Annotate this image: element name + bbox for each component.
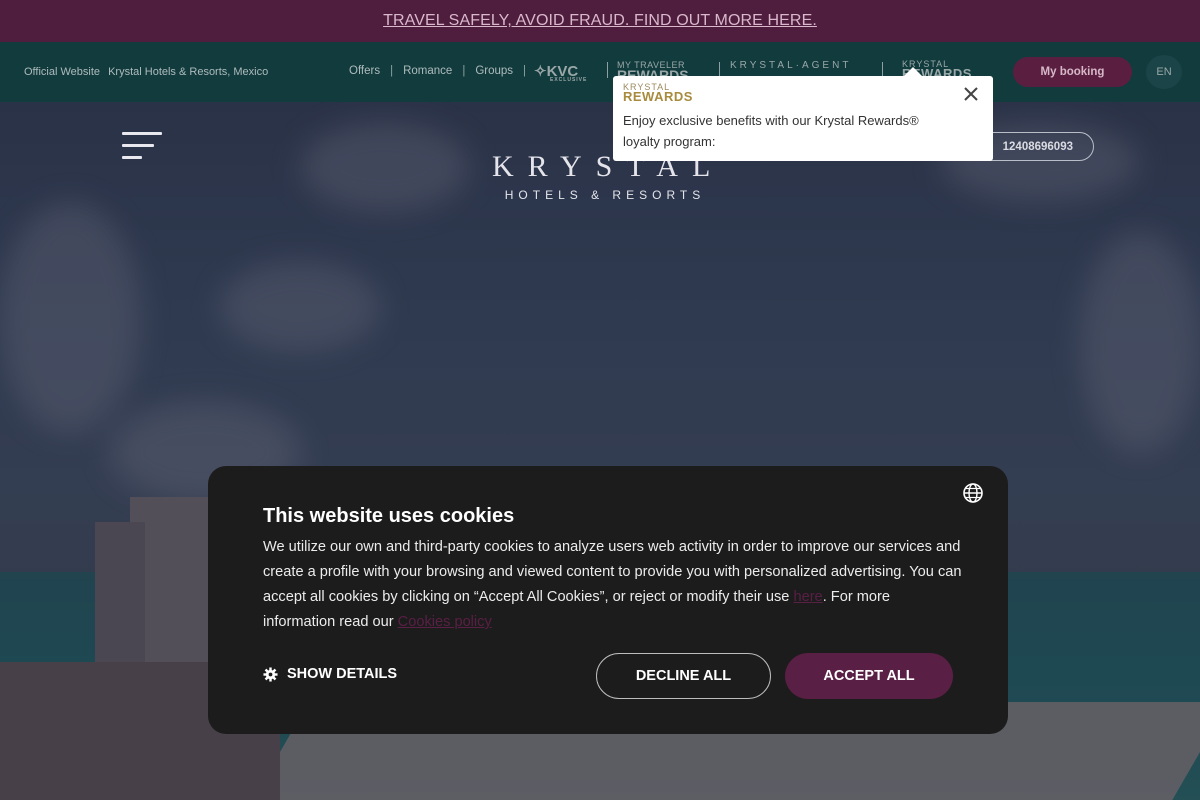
nav-links: Offers | Romance | Groups |	[349, 65, 536, 77]
my-booking-button[interactable]: My booking	[1013, 57, 1132, 87]
show-details-label: SHOW DETAILS	[287, 666, 398, 682]
rewards-tooltip-logo: KRYSTAL REWARDS	[623, 82, 693, 104]
phone-number: 12408696093	[1002, 140, 1073, 153]
decline-all-button[interactable]: DECLINE ALL	[596, 653, 771, 699]
nav-divider: |	[462, 65, 466, 77]
rewards-tooltip-text: Enjoy exclusive benefits with our Krysta…	[623, 113, 919, 149]
logo-sub-text: HOTELS & RESORTS	[504, 188, 706, 202]
close-icon[interactable]	[963, 86, 979, 102]
company-name-text: Krystal Hotels & Resorts, Mexico	[108, 66, 269, 78]
kvc-exclusive-logo[interactable]: ✧KVC EXCLUSIVE	[534, 62, 587, 83]
nav-divider: |	[390, 65, 394, 77]
hamburger-menu-icon[interactable]	[122, 132, 162, 160]
gear-icon	[263, 666, 278, 682]
nav-link-romance[interactable]: Romance	[403, 65, 452, 77]
official-website-text: Official Website	[24, 66, 101, 78]
official-site-label: Official Website Krystal Hotels & Resort…	[24, 66, 273, 78]
cookie-dialog: This website uses cookies We utilize our…	[208, 466, 1008, 734]
cookie-description: We utilize our own and third-party cooki…	[263, 535, 963, 635]
cookie-here-link[interactable]: here	[793, 589, 822, 605]
language-selector[interactable]: EN	[1146, 55, 1182, 89]
nav-link-groups[interactable]: Groups	[475, 65, 513, 77]
kvc-star-icon: ✧	[534, 63, 547, 80]
cookies-policy-link[interactable]: Cookies policy	[398, 614, 492, 630]
alert-bar: TRAVEL SAFELY, AVOID FRAUD. FIND OUT MOR…	[0, 0, 1200, 42]
tooltip-brand-bottom: REWARDS	[623, 89, 693, 104]
globe-icon[interactable]	[963, 483, 983, 503]
nav-link-offers[interactable]: Offers	[349, 65, 380, 77]
rewards-tooltip: KRYSTAL REWARDS Enjoy exclusive benefits…	[613, 67, 993, 161]
brand-divider	[607, 62, 608, 78]
nav-divider: |	[523, 65, 527, 77]
krystal-agent-logo[interactable]: KRYSTAL·AGENT	[730, 60, 851, 71]
accept-all-button[interactable]: ACCEPT ALL	[785, 653, 953, 699]
fraud-alert-link[interactable]: TRAVEL SAFELY, AVOID FRAUD. FIND OUT MOR…	[383, 12, 817, 30]
kvc-sub-text: EXCLUSIVE	[550, 77, 588, 83]
show-details-button[interactable]: SHOW DETAILS	[263, 666, 397, 682]
cookie-title: This website uses cookies	[263, 505, 515, 527]
